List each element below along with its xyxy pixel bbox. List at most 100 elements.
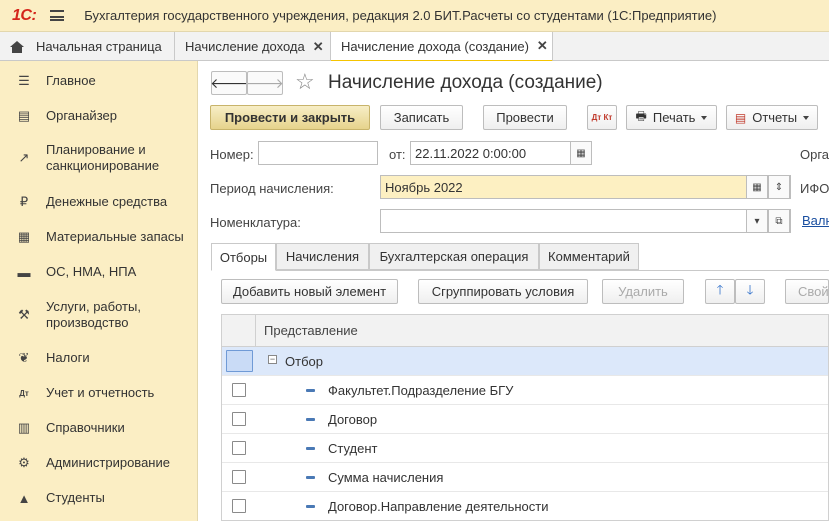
books-icon: ▥ [17,420,31,435]
sidebar-item-accounting[interactable]: Дт Учет и отчетность [0,385,198,401]
print-button[interactable]: 🖶 Печать [626,105,717,130]
print-label: Печать [652,110,696,125]
row-checkbox[interactable] [226,350,253,372]
field-item-icon [306,447,315,450]
row-checkbox[interactable] [232,499,246,513]
post-and-close-button[interactable]: Провести и закрыть [210,105,370,130]
chevron-down-icon [701,115,708,120]
add-element-button[interactable]: Добавить новый элемент [221,279,398,304]
table-row[interactable]: Факультет.Подразделение БГУ [222,376,828,405]
field-item-icon [306,476,315,479]
home-icon [10,40,24,53]
tab-filters[interactable]: Отборы [211,243,276,271]
column-header-presentation[interactable]: Представление [264,323,358,338]
table-row-root[interactable]: − Отбор [222,347,828,376]
row-checkbox[interactable] [232,470,246,484]
reports-label: Отчеты [752,110,798,125]
stepper-icon[interactable]: ⇕ [768,175,790,199]
tab-home[interactable]: Начальная страница [0,32,175,61]
row-label: Сумма начисления [328,470,444,485]
nomenclature-field[interactable]: ▾ ⧉ [380,209,791,233]
table-row[interactable]: Договор [222,405,828,434]
period-field[interactable]: Ноябрь 2022 ▦ ⇕ [380,175,791,199]
row-label: Факультет.Подразделение БГУ [328,383,514,398]
tab-income-accrual-create[interactable]: Начисление дохода (создание) ✕ [331,32,553,62]
sidebar-item-main[interactable]: ☰ Главное [0,73,198,89]
tab-comment-label: Комментарий [548,249,630,264]
sidebar-item-inventory[interactable]: ▦ Материальные запасы [0,229,198,245]
sidebar-item-fixed-assets[interactable]: ▬ ОС, НМА, НПА [0,264,198,280]
gear-icon: ⚙ [18,455,30,470]
tools-icon: ⚒ [18,307,30,322]
ruble-coin-icon: ₽ [19,194,29,209]
back-button[interactable]: 🡐 [210,71,248,95]
sidebar-item-references[interactable]: ▥ Справочники [0,420,198,436]
chevron-down-icon [803,115,810,120]
period-value: Ноябрь 2022 [385,179,463,195]
currency-link[interactable]: Валн [802,213,829,228]
sidebar-item-students[interactable]: ▲ Студенты [0,490,198,506]
delete-button[interactable]: Удалить [602,279,684,304]
tab-comment[interactable]: Комментарий [539,243,639,270]
move-up-button[interactable]: 🡑 [705,279,735,304]
sidebar-item-label: Услуги, работы, производство [46,299,141,330]
field-item-icon [306,389,315,392]
debit-credit-button[interactable]: Дт Кт [587,105,617,130]
sidebar-item-label: ОС, НМА, НПА [46,264,137,279]
row-checkbox[interactable] [232,412,246,426]
favorite-star-icon[interactable]: ☆ [295,70,315,94]
sidebar-item-label: Учет и отчетность [46,385,155,400]
chevron-down-icon[interactable]: ▾ [746,209,768,233]
close-icon[interactable]: ✕ [537,38,548,54]
tab-income-accrual-label: Начисление дохода [185,39,305,54]
forward-button[interactable]: 🡒 [246,71,284,95]
row-checkbox[interactable] [232,383,246,397]
grid-icon: ▦ [17,229,31,244]
form-area: 🡐 🡒 ☆ Начисление дохода (создание) Прове… [199,61,829,521]
open-icon[interactable]: ⧉ [768,209,790,233]
close-icon[interactable]: ✕ [313,39,324,55]
tab-income-accrual[interactable]: Начисление дохода ✕ [175,32,331,61]
eagle-icon: ❦ [18,350,30,365]
table-row[interactable]: Сумма начисления [222,463,828,492]
field-item-icon [306,418,315,421]
reports-button[interactable]: ▤ Отчеты [726,105,818,130]
calendar-icon[interactable]: ▦ [746,175,768,199]
date-label: от: [389,147,406,162]
table-row[interactable]: Договор.Направление деятельности [222,492,828,520]
sidebar-item-taxes[interactable]: ❦ Налоги [0,350,198,366]
arrow-down-icon: 🡓 [746,281,754,297]
sidebar-item-money[interactable]: ₽ Денежные средства [0,194,198,210]
tab-filters-label: Отборы [219,249,268,265]
number-field[interactable] [258,141,378,165]
save-button[interactable]: Записать [380,105,463,130]
report-icon: ▤ [734,110,747,125]
sidebar-item-organizer[interactable]: ▤ Органайзер [0,108,198,124]
sidebar-item-label: Планирование и санкционирование [46,142,160,173]
row-checkbox[interactable] [232,441,246,455]
tab-accounting-operation[interactable]: Бухгалтерская операция [369,243,539,270]
collapse-icon[interactable]: − [268,355,277,364]
post-button[interactable]: Провести [483,105,567,130]
row-label: Договор [328,412,378,427]
arrow-left-icon: 🡐 [210,74,248,91]
calendar-icon[interactable]: ▦ [570,141,592,165]
properties-button[interactable]: Свой [785,279,829,304]
menu-list-icon: ☰ [18,73,30,88]
tab-divider [211,270,829,271]
arrow-right-icon: 🡒 [246,74,284,91]
printer-icon: 🖶 [635,109,647,123]
move-down-button[interactable]: 🡓 [735,279,765,304]
sidebar-item-planning[interactable]: ↗ Планирование и санкционирование [0,142,198,174]
sidebar-item-services[interactable]: ⚒ Услуги, работы, производство [0,299,198,331]
truck-icon: ▬ [17,264,31,280]
table-row[interactable]: Студент [222,434,828,463]
properties-label: Свой [798,284,829,299]
sidebar-item-administration[interactable]: ⚙ Администрирование [0,455,198,471]
tab-income-accrual-create-label: Начисление дохода (создание) [341,38,529,54]
date-field[interactable]: 22.11.2022 0:00:00 ▦ [410,141,592,165]
group-conditions-button[interactable]: Сгруппировать условия [418,279,588,304]
app-logo: 1С: [12,6,37,24]
hamburger-menu-icon[interactable] [50,10,65,21]
tab-accruals[interactable]: Начисления [276,243,369,270]
